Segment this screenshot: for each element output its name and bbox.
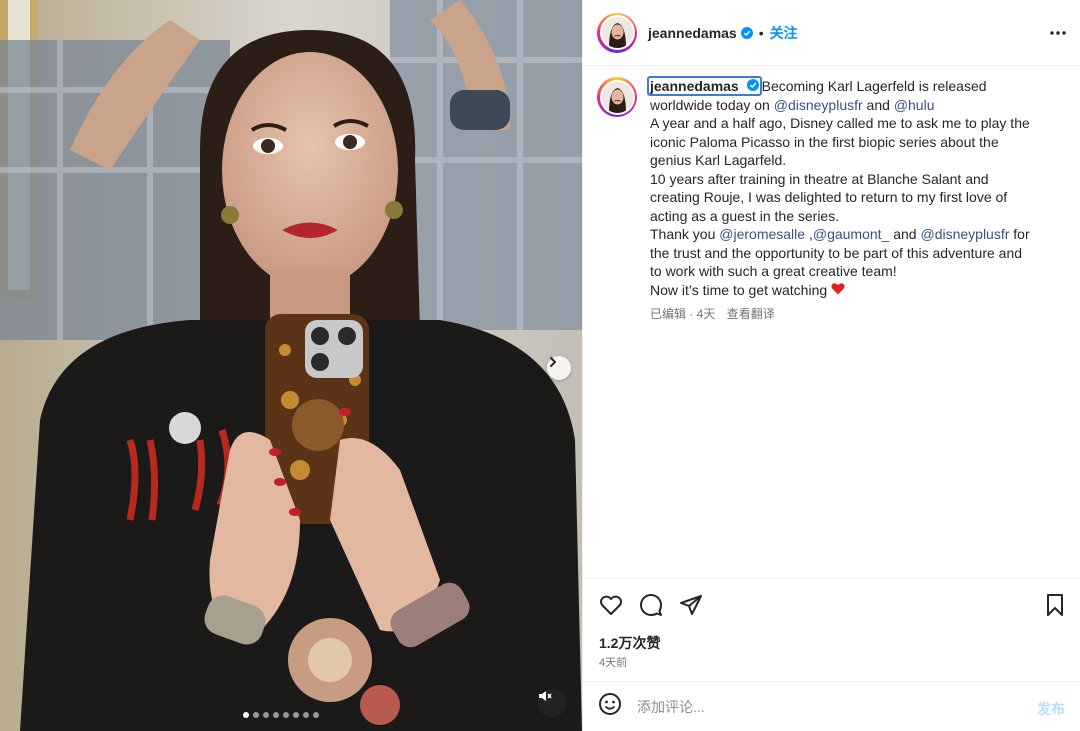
- more-options-button[interactable]: [1049, 23, 1067, 48]
- caption-story-ring[interactable]: [597, 77, 637, 117]
- carousel-indicator: [243, 712, 319, 718]
- more-horizontal-icon: [1049, 30, 1067, 47]
- avatar[interactable]: [599, 15, 635, 50]
- caption-text-segment: Thank you: [650, 226, 720, 242]
- heart-icon: [599, 595, 623, 621]
- action-icons: [599, 593, 703, 622]
- caption-username[interactable]: jeannedamas: [647, 76, 762, 96]
- caption-line: A year and a half ago, Disney called me …: [650, 115, 1030, 131]
- carousel-dot: [273, 712, 279, 718]
- save-button[interactable]: [1044, 593, 1066, 622]
- caption-text-segment: for: [1009, 226, 1030, 242]
- caption-line: to work with such a great creative team!: [650, 263, 897, 279]
- post-actions: 1.2万次赞 4天前: [583, 578, 1080, 681]
- caption-text-segment: and: [889, 226, 921, 242]
- mention-link[interactable]: @disneyplusfr: [920, 226, 1009, 242]
- carousel-dot: [283, 712, 289, 718]
- carousel-dot: [253, 712, 259, 718]
- caption-line: the trust and the opportunity to be part…: [650, 244, 1023, 261]
- header-username[interactable]: jeannedamas: [648, 25, 737, 41]
- comment-icon: [639, 594, 663, 621]
- caption-line: Thank you @jeromesalle ,@gaumont_ and @d…: [650, 225, 1050, 244]
- post-media[interactable]: [0, 0, 582, 731]
- story-ring[interactable]: [597, 12, 637, 53]
- caption-line: worldwide today on @disneyplusfr and @hu…: [650, 96, 1050, 115]
- caption-text-segment: Becoming Karl Lagerfeld is released: [761, 78, 987, 94]
- follow-button[interactable]: 关注: [770, 23, 798, 43]
- caption-text-segment: Now it’s time to get watching: [650, 281, 832, 298]
- carousel-dot: [263, 712, 269, 718]
- post-details-panel: jeannedamas • 关注 jeannedamas Becoming Ka…: [582, 0, 1080, 731]
- likes-count[interactable]: 1.2万次赞: [599, 633, 660, 653]
- emoji-icon[interactable]: [598, 692, 622, 721]
- post-photo: [0, 0, 582, 731]
- mention-link[interactable]: @jeromesalle: [719, 226, 805, 242]
- mention-link[interactable]: @disneyplusfr: [774, 97, 863, 113]
- post-caption: jeannedamas Becoming Karl Lagerfeld is r…: [597, 76, 1067, 324]
- caption-text-segment: and: [862, 96, 894, 113]
- share-button[interactable]: [679, 593, 703, 622]
- caption-line: iconic Paloma Picasso in the first biopi…: [650, 133, 999, 150]
- caption-text: jeannedamas Becoming Karl Lagerfeld is r…: [647, 76, 1050, 324]
- comment-button[interactable]: [639, 593, 663, 622]
- mention-link[interactable]: @gaumont_: [813, 226, 889, 242]
- caption-line: acting as a guest in the series.: [650, 207, 840, 224]
- edited-timestamp: 已编辑 · 4天: [650, 307, 716, 321]
- next-slide-button[interactable]: [547, 356, 571, 380]
- carousel-dot: [303, 712, 309, 718]
- like-button[interactable]: [599, 593, 623, 622]
- caption-text-segment: worldwide today on: [650, 96, 774, 113]
- header-separator: •: [758, 24, 764, 41]
- verified-badge-icon: [740, 26, 753, 39]
- see-translation-link[interactable]: 查看翻译: [727, 307, 775, 321]
- caption-line: 10 years after training in theatre at Bl…: [650, 170, 989, 187]
- caption-line: Now it’s time to get watching: [650, 281, 1050, 300]
- post-comment-button[interactable]: 发布: [1037, 699, 1065, 719]
- caption-line: jeannedamas Becoming Karl Lagerfeld is r…: [647, 76, 1050, 96]
- share-icon: [679, 595, 703, 621]
- caption-avatar[interactable]: [599, 79, 635, 115]
- caption-meta: 已编辑 · 4天 查看翻译: [650, 305, 1050, 324]
- post-header: jeannedamas • 关注: [583, 0, 1080, 66]
- carousel-dot: [313, 712, 319, 718]
- caption-line: creating Rouje, I was delighted to retur…: [650, 189, 1008, 205]
- mute-button[interactable]: [538, 689, 566, 717]
- caption-username-text: jeannedamas: [650, 78, 739, 94]
- bookmark-icon: [1044, 594, 1066, 621]
- comment-input[interactable]: [637, 698, 1007, 715]
- carousel-dot: [293, 712, 299, 718]
- carousel-dot: [243, 712, 249, 718]
- post-time[interactable]: 4天前: [599, 654, 627, 670]
- caption-line: genius Karl Lagarfeld.: [650, 152, 787, 168]
- red-heart-emoji-icon: [831, 282, 845, 298]
- mention-link[interactable]: @hulu: [894, 97, 935, 113]
- caption-text-segment: ,: [805, 226, 813, 242]
- comment-bar: 发布: [583, 681, 1080, 731]
- verified-badge-icon: [746, 79, 759, 91]
